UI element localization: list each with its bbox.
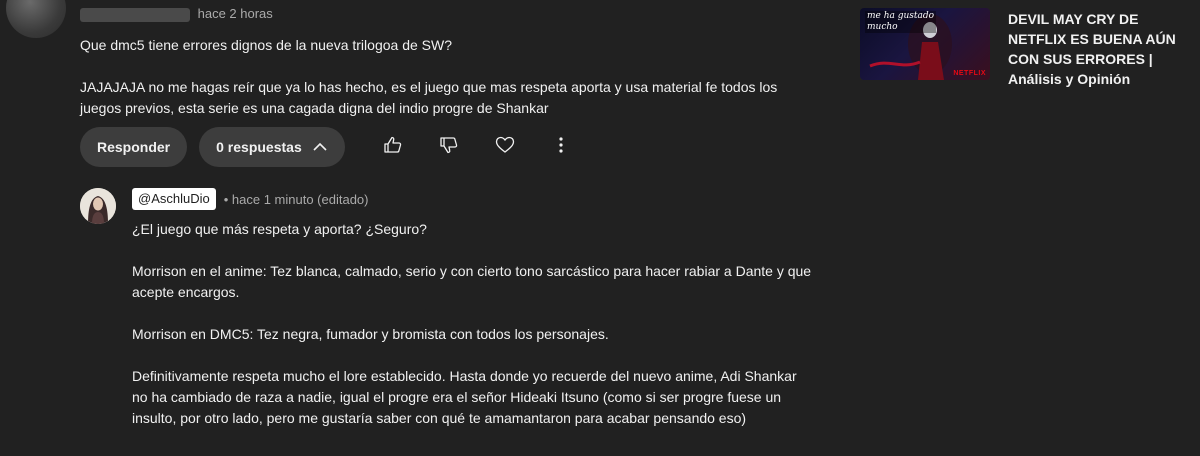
redacted-username — [80, 7, 190, 22]
comment-actions: Responder 0 respuestas — [80, 127, 581, 167]
top-comment-text: Que dmc5 tiene errores dignos de la nuev… — [80, 37, 778, 116]
more-actions-button[interactable] — [541, 127, 581, 167]
like-button[interactable] — [373, 127, 413, 167]
thumb-up-icon — [383, 135, 403, 160]
top-comment-avatar[interactable] — [6, 0, 66, 38]
reply-author-handle[interactable]: @AschluDio — [132, 188, 216, 210]
reply-button[interactable]: Responder — [80, 127, 188, 167]
reply-button-label: Responder — [97, 139, 171, 155]
reply-header: @AschluDio • hace 1 minuto (editado) — [132, 188, 368, 210]
top-comment-meta: hace 2 horas — [80, 6, 273, 22]
reply-meta: • hace 1 minuto (editado) — [223, 191, 369, 207]
heart-button[interactable] — [485, 127, 525, 167]
chevron-up-icon — [312, 139, 328, 155]
replies-toggle-label: 0 respuestas — [216, 139, 302, 155]
dislike-button[interactable] — [429, 127, 469, 167]
recommended-video-title[interactable]: DEVIL MAY CRY DE NETFLIX ES BUENA AÚN CO… — [1008, 9, 1198, 89]
reply-text: ¿El juego que más respeta y aporta? ¿Seg… — [132, 221, 812, 426]
more-vert-icon — [551, 135, 571, 160]
reply-avatar[interactable] — [80, 188, 116, 224]
replies-toggle-button[interactable]: 0 respuestas — [199, 127, 345, 167]
top-comment-time[interactable]: hace 2 horas — [198, 6, 273, 21]
thumbnail-brand: NETFLIX — [953, 70, 986, 77]
thumb-down-icon — [439, 135, 459, 160]
thumbnail-caption: me ha gustado mucho — [865, 11, 937, 33]
recommended-video[interactable]: me ha gustado mucho NETFLIX DEVIL MAY CR… — [860, 8, 1200, 87]
heart-icon — [495, 135, 515, 160]
video-thumbnail[interactable]: me ha gustado mucho NETFLIX — [860, 8, 990, 80]
